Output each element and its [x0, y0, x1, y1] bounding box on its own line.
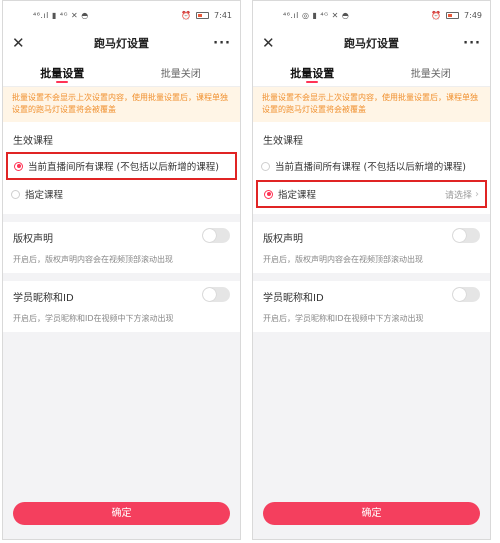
nav-bar: ✕ 跑马灯设置 ···: [253, 29, 490, 57]
tab-batch-close[interactable]: 批量关闭: [372, 57, 491, 86]
option-specific-course[interactable]: 指定课程 请选择 ›: [256, 180, 487, 208]
phone-screen-right: ⁴⁶.ıl ◎ ▮ ⁴ᴳ ✕ ◓ ⏰ 7:49 ✕ 跑马灯设置 ··· 批量设置…: [252, 0, 491, 540]
scope-section: 生效课程 当前直播间所有课程 (不包括以后新增的课程) 指定课程: [3, 122, 240, 214]
battery-icon: [446, 11, 460, 19]
signal-icons: ⁴⁶.ıl ▮ ⁴ᴳ ✕ ◓: [33, 10, 89, 20]
nav-bar: ✕ 跑马灯设置 ···: [3, 29, 240, 57]
tab-batch-set[interactable]: 批量设置: [3, 57, 122, 86]
tab-batch-set[interactable]: 批量设置: [253, 57, 372, 86]
more-menu-icon[interactable]: ···: [213, 36, 231, 51]
option-specific-course[interactable]: 指定课程: [3, 180, 240, 208]
status-bar: ⁴⁶.ıl ▮ ⁴ᴳ ✕ ◓ ⏰ 7:41: [3, 1, 240, 29]
radio-selected-icon[interactable]: [264, 189, 273, 199]
page-title: 跑马灯设置: [94, 37, 149, 50]
alarm-icon: ⏰: [181, 10, 192, 20]
option-label: 指定课程: [278, 190, 317, 201]
nickname-id-toggle[interactable]: [452, 287, 480, 302]
close-icon[interactable]: ✕: [262, 34, 280, 52]
alarm-icon: ⏰: [431, 10, 442, 20]
setting-nickname-id: 学员昵称和ID 开启后，学员昵称和ID在视频中下方滚动出现: [253, 281, 490, 332]
course-picker[interactable]: 请选择 ›: [445, 188, 479, 201]
option-label: 当前直播间所有课程 (不包括以后新增的课程): [28, 162, 219, 173]
battery-icon: [196, 11, 210, 19]
status-time: 7:49: [464, 10, 482, 20]
setting-desc: 开启后，版权声明内容会在视频顶部滚动出现: [13, 255, 173, 264]
scope-section: 生效课程 当前直播间所有课程 (不包括以后新增的课程) 指定课程 请选择 ›: [253, 122, 490, 214]
confirm-button[interactable]: 确定: [263, 502, 480, 525]
option-all-courses[interactable]: 当前直播间所有课程 (不包括以后新增的课程): [6, 152, 237, 180]
tab-batch-close[interactable]: 批量关闭: [122, 57, 241, 86]
tab-bar: 批量设置 批量关闭: [253, 57, 490, 87]
setting-desc: 开启后，学员昵称和ID在视频中下方滚动出现: [263, 314, 424, 323]
radio-unselected-icon[interactable]: [11, 189, 20, 199]
more-menu-icon[interactable]: ···: [463, 36, 481, 51]
signal-icons: ⁴⁶.ıl ◎ ▮ ⁴ᴳ ✕ ◓: [283, 10, 350, 20]
confirm-button[interactable]: 确定: [13, 502, 230, 525]
radio-selected-icon[interactable]: [14, 161, 23, 171]
picker-placeholder: 请选择: [444, 190, 472, 201]
status-time: 7:41: [214, 10, 232, 20]
status-bar: ⁴⁶.ıl ◎ ▮ ⁴ᴳ ✕ ◓ ⏰ 7:49: [253, 1, 490, 29]
option-all-courses[interactable]: 当前直播间所有课程 (不包括以后新增的课程): [253, 152, 490, 180]
tab-bar: 批量设置 批量关闭: [3, 57, 240, 87]
radio-unselected-icon[interactable]: [261, 161, 270, 171]
setting-title: 版权声明: [263, 234, 303, 245]
setting-title: 版权声明: [13, 234, 53, 245]
setting-desc: 开启后，学员昵称和ID在视频中下方滚动出现: [13, 314, 174, 323]
option-label: 当前直播间所有课程 (不包括以后新增的课程): [275, 162, 466, 173]
copyright-toggle[interactable]: [202, 228, 230, 243]
phone-screen-left: ⁴⁶.ıl ▮ ⁴ᴳ ✕ ◓ ⏰ 7:41 ✕ 跑马灯设置 ··· 批量设置 批…: [2, 0, 241, 540]
setting-nickname-id: 学员昵称和ID 开启后，学员昵称和ID在视频中下方滚动出现: [3, 281, 240, 332]
setting-desc: 开启后，版权声明内容会在视频顶部滚动出现: [263, 255, 423, 264]
page-title: 跑马灯设置: [344, 37, 399, 50]
scope-title: 生效课程: [253, 122, 490, 152]
setting-copyright: 版权声明 开启后，版权声明内容会在视频顶部滚动出现: [3, 222, 240, 273]
setting-title: 学员昵称和ID: [263, 293, 324, 304]
notice-banner: 批量设置不会显示上次设置内容，使用批量设置后，课程单独设置的跑马灯设置将会被覆盖: [3, 87, 240, 122]
copyright-toggle[interactable]: [452, 228, 480, 243]
option-label: 指定课程: [25, 190, 64, 201]
scope-title: 生效课程: [3, 122, 240, 152]
chevron-right-icon: ›: [475, 188, 479, 200]
nickname-id-toggle[interactable]: [202, 287, 230, 302]
setting-title: 学员昵称和ID: [13, 293, 74, 304]
close-icon[interactable]: ✕: [12, 34, 30, 52]
notice-banner: 批量设置不会显示上次设置内容，使用批量设置后，课程单独设置的跑马灯设置将会被覆盖: [253, 87, 490, 122]
setting-copyright: 版权声明 开启后，版权声明内容会在视频顶部滚动出现: [253, 222, 490, 273]
